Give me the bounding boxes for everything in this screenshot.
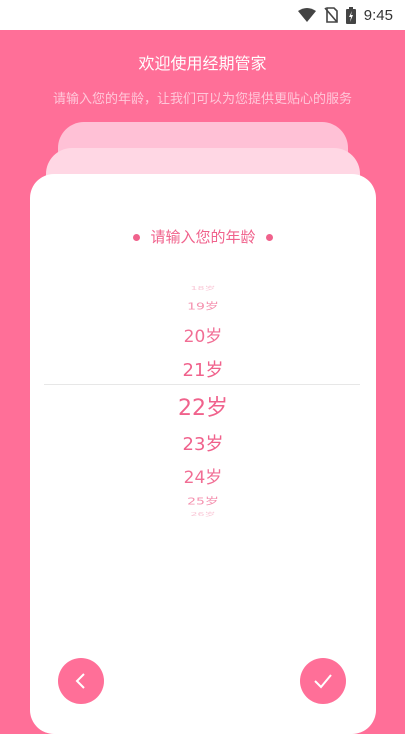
picker-item-selected[interactable]: 22岁	[30, 390, 376, 422]
picker-item[interactable]: 18岁	[30, 284, 376, 291]
status-bar: 9:45	[0, 0, 405, 30]
check-icon	[314, 674, 332, 689]
page-subtitle: 请输入您的年龄，让我们可以为您提供更贴心的服务	[52, 92, 352, 107]
picker-item[interactable]: 25岁	[30, 494, 376, 508]
status-time: 9:45	[363, 6, 393, 24]
status-icons: 9:45	[297, 6, 393, 24]
dot-right-icon	[265, 234, 273, 241]
chevron-left-icon	[75, 673, 85, 689]
picker-item[interactable]: 20岁	[30, 322, 376, 347]
wifi-icon	[297, 7, 316, 22]
picker-item[interactable]: 21岁	[30, 356, 376, 382]
page-title: 欢迎使用经期管家	[138, 54, 267, 73]
battery-charging-icon	[345, 6, 356, 24]
card-title: 请输入您的年龄	[30, 226, 376, 247]
confirm-button[interactable]	[300, 658, 346, 704]
picker-item[interactable]: 24岁	[30, 463, 376, 488]
picker-item[interactable]: 23岁	[30, 430, 376, 456]
picker-item[interactable]: 26岁	[30, 510, 376, 517]
dot-left-icon	[133, 234, 141, 241]
age-card: 请输入您的年龄 18岁 19岁 20岁 21岁 22岁 23岁 24岁 25岁 …	[30, 174, 376, 734]
card-title-text: 请输入您的年龄	[150, 228, 256, 246]
no-sim-icon	[324, 7, 338, 23]
picker-item[interactable]: 19岁	[30, 299, 376, 313]
back-button[interactable]	[58, 658, 104, 704]
selection-divider	[44, 384, 360, 385]
age-picker[interactable]: 18岁 19岁 20岁 21岁 22岁 23岁 24岁 25岁 26岁	[30, 282, 376, 522]
